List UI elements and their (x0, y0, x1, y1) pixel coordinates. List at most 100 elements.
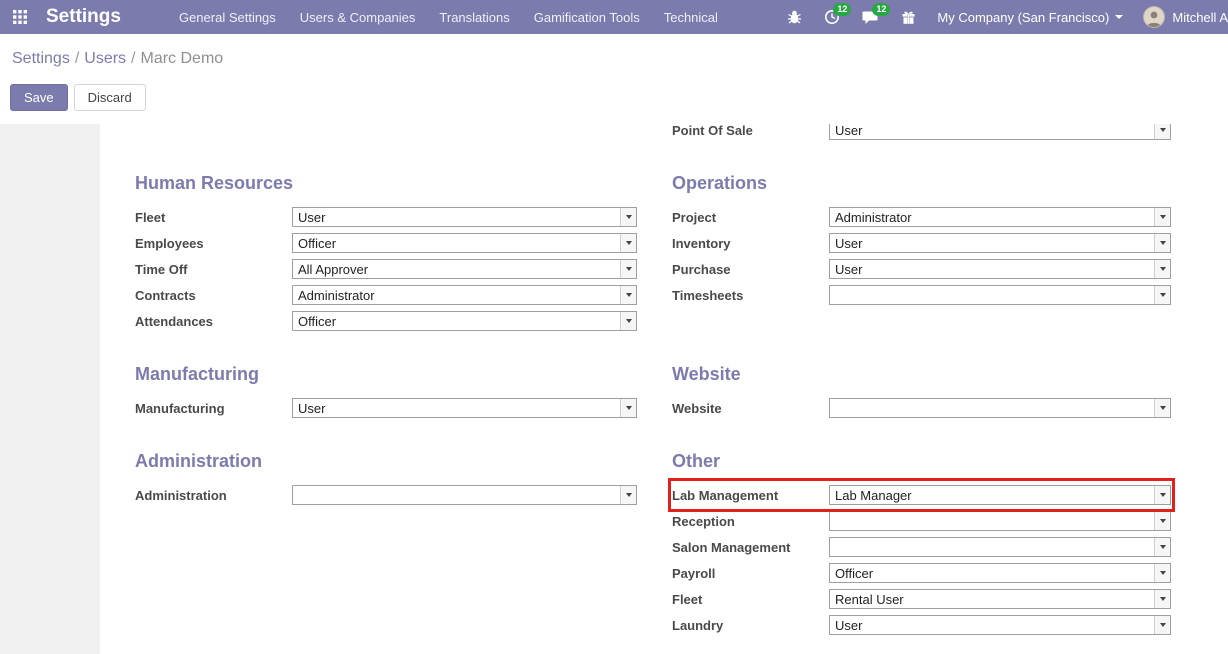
time-off-select[interactable]: All Approver (292, 259, 637, 279)
lab-management-select[interactable]: Lab Manager (829, 485, 1171, 505)
field-label: Website (672, 401, 829, 416)
select-value: User (830, 260, 1154, 278)
select-value: All Approver (293, 260, 620, 278)
chevron-down-icon (1154, 399, 1170, 417)
systray: 12 12 My Company (San Francisco) (776, 0, 1228, 34)
field-label: Contracts (135, 288, 292, 303)
section-title: Website (672, 364, 1171, 385)
field-label: Timesheets (672, 288, 829, 303)
field-label: Fleet (672, 592, 829, 607)
breadcrumb-settings[interactable]: Settings (12, 50, 70, 67)
gift-glyph (901, 10, 916, 25)
company-switcher[interactable]: My Company (San Francisco) (927, 10, 1133, 25)
field-row-attendances: Attendances Officer (135, 308, 637, 334)
select-value: User (830, 234, 1154, 252)
menu-users-companies[interactable]: Users & Companies (288, 0, 428, 34)
chevron-down-icon (1154, 538, 1170, 556)
select-value: Lab Manager (830, 486, 1154, 504)
chevron-down-icon (620, 234, 636, 252)
apps-grid-icon[interactable] (6, 0, 34, 34)
breadcrumb-users[interactable]: Users (84, 50, 126, 67)
chevron-down-icon (1154, 260, 1170, 278)
breadcrumb-current: Marc Demo (141, 50, 224, 67)
save-button[interactable]: Save (10, 84, 68, 111)
chevron-down-icon (1154, 124, 1170, 139)
purchase-select[interactable]: User (829, 259, 1171, 279)
bug-icon[interactable] (776, 0, 813, 34)
reception-select[interactable] (829, 511, 1171, 531)
manufacturing-select[interactable]: User (292, 398, 637, 418)
avatar[interactable] (1143, 6, 1165, 28)
person-glyph (1145, 9, 1163, 27)
select-value (830, 512, 1154, 530)
laundry-select[interactable]: User (829, 615, 1171, 635)
chevron-down-icon (1115, 15, 1123, 19)
field-row-employees: Employees Officer (135, 230, 637, 256)
chevron-down-icon (620, 486, 636, 504)
field-label: Time Off (135, 262, 292, 277)
field-label: Laundry (672, 618, 829, 633)
select-value (830, 286, 1154, 304)
menu-translations[interactable]: Translations (427, 0, 521, 34)
chevron-down-icon (620, 312, 636, 330)
bug-glyph (787, 10, 802, 25)
apps-grid-glyph (13, 10, 27, 24)
attendances-select[interactable]: Officer (292, 311, 637, 331)
section-other: Other Lab Management Lab Manager Recepti… (672, 451, 1171, 638)
field-row-fleet: Fleet User (135, 204, 637, 230)
chevron-down-icon (1154, 286, 1170, 304)
project-select[interactable]: Administrator (829, 207, 1171, 227)
menu-general-settings[interactable]: General Settings (167, 0, 288, 34)
select-value (830, 399, 1154, 417)
activity-badge: 12 (833, 3, 851, 16)
field-label: Fleet (135, 210, 292, 225)
field-row-project: Project Administrator (672, 204, 1171, 230)
menu-technical[interactable]: Technical (652, 0, 730, 34)
section-title: Administration (135, 451, 637, 472)
field-row-laundry: Laundry User (672, 612, 1171, 638)
point-of-sale-select[interactable]: User (829, 124, 1171, 140)
contracts-select[interactable]: Administrator (292, 285, 637, 305)
field-row-lab-management-highlighted: Lab Management Lab Manager (672, 482, 1171, 508)
field-row-administration: Administration (135, 482, 637, 508)
chevron-down-icon (1154, 590, 1170, 608)
inventory-select[interactable]: User (829, 233, 1171, 253)
access-rights-grid: Point Of Sale User Human Resources Fleet… (135, 124, 1228, 638)
select-value: User (830, 616, 1154, 634)
chevron-down-icon (1154, 616, 1170, 634)
field-label: Project (672, 210, 829, 225)
field-label: Inventory (672, 236, 829, 251)
field-row-fleet-other: Fleet Rental User (672, 586, 1171, 612)
top-navbar: Settings General Settings Users & Compan… (0, 0, 1228, 34)
content-area: Point Of Sale User Human Resources Fleet… (0, 124, 1228, 654)
menu-gamification-tools[interactable]: Gamification Tools (522, 0, 652, 34)
field-row-point-of-sale: Point Of Sale User (672, 124, 1171, 143)
fleet-rental-select[interactable]: Rental User (829, 589, 1171, 609)
chevron-down-icon (620, 260, 636, 278)
select-value: Administrator (293, 286, 620, 304)
messages-badge: 12 (872, 3, 890, 16)
field-label: Salon Management (672, 540, 829, 555)
payroll-select[interactable]: Officer (829, 563, 1171, 583)
field-row-salon-management: Salon Management (672, 534, 1171, 560)
salon-management-select[interactable] (829, 537, 1171, 557)
chevron-down-icon (1154, 564, 1170, 582)
employees-select[interactable]: Officer (292, 233, 637, 253)
fleet-select[interactable]: User (292, 207, 637, 227)
action-bar: Save Discard (0, 70, 1228, 124)
timesheets-select[interactable] (829, 285, 1171, 305)
breadcrumb-separator: / (70, 50, 84, 67)
administration-select[interactable] (292, 485, 637, 505)
gift-icon[interactable] (890, 0, 927, 34)
user-menu[interactable]: Mitchell A (1172, 10, 1228, 25)
messages-icon[interactable]: 12 (851, 0, 890, 34)
form-sheet: Point Of Sale User Human Resources Fleet… (100, 124, 1228, 654)
app-title: Settings (46, 6, 121, 28)
section-website: Website Website (672, 364, 1171, 421)
website-select[interactable] (829, 398, 1171, 418)
field-label: Payroll (672, 566, 829, 581)
activity-icon[interactable]: 12 (813, 0, 851, 34)
field-label: Employees (135, 236, 292, 251)
discard-button[interactable]: Discard (74, 84, 146, 111)
select-value (830, 538, 1154, 556)
